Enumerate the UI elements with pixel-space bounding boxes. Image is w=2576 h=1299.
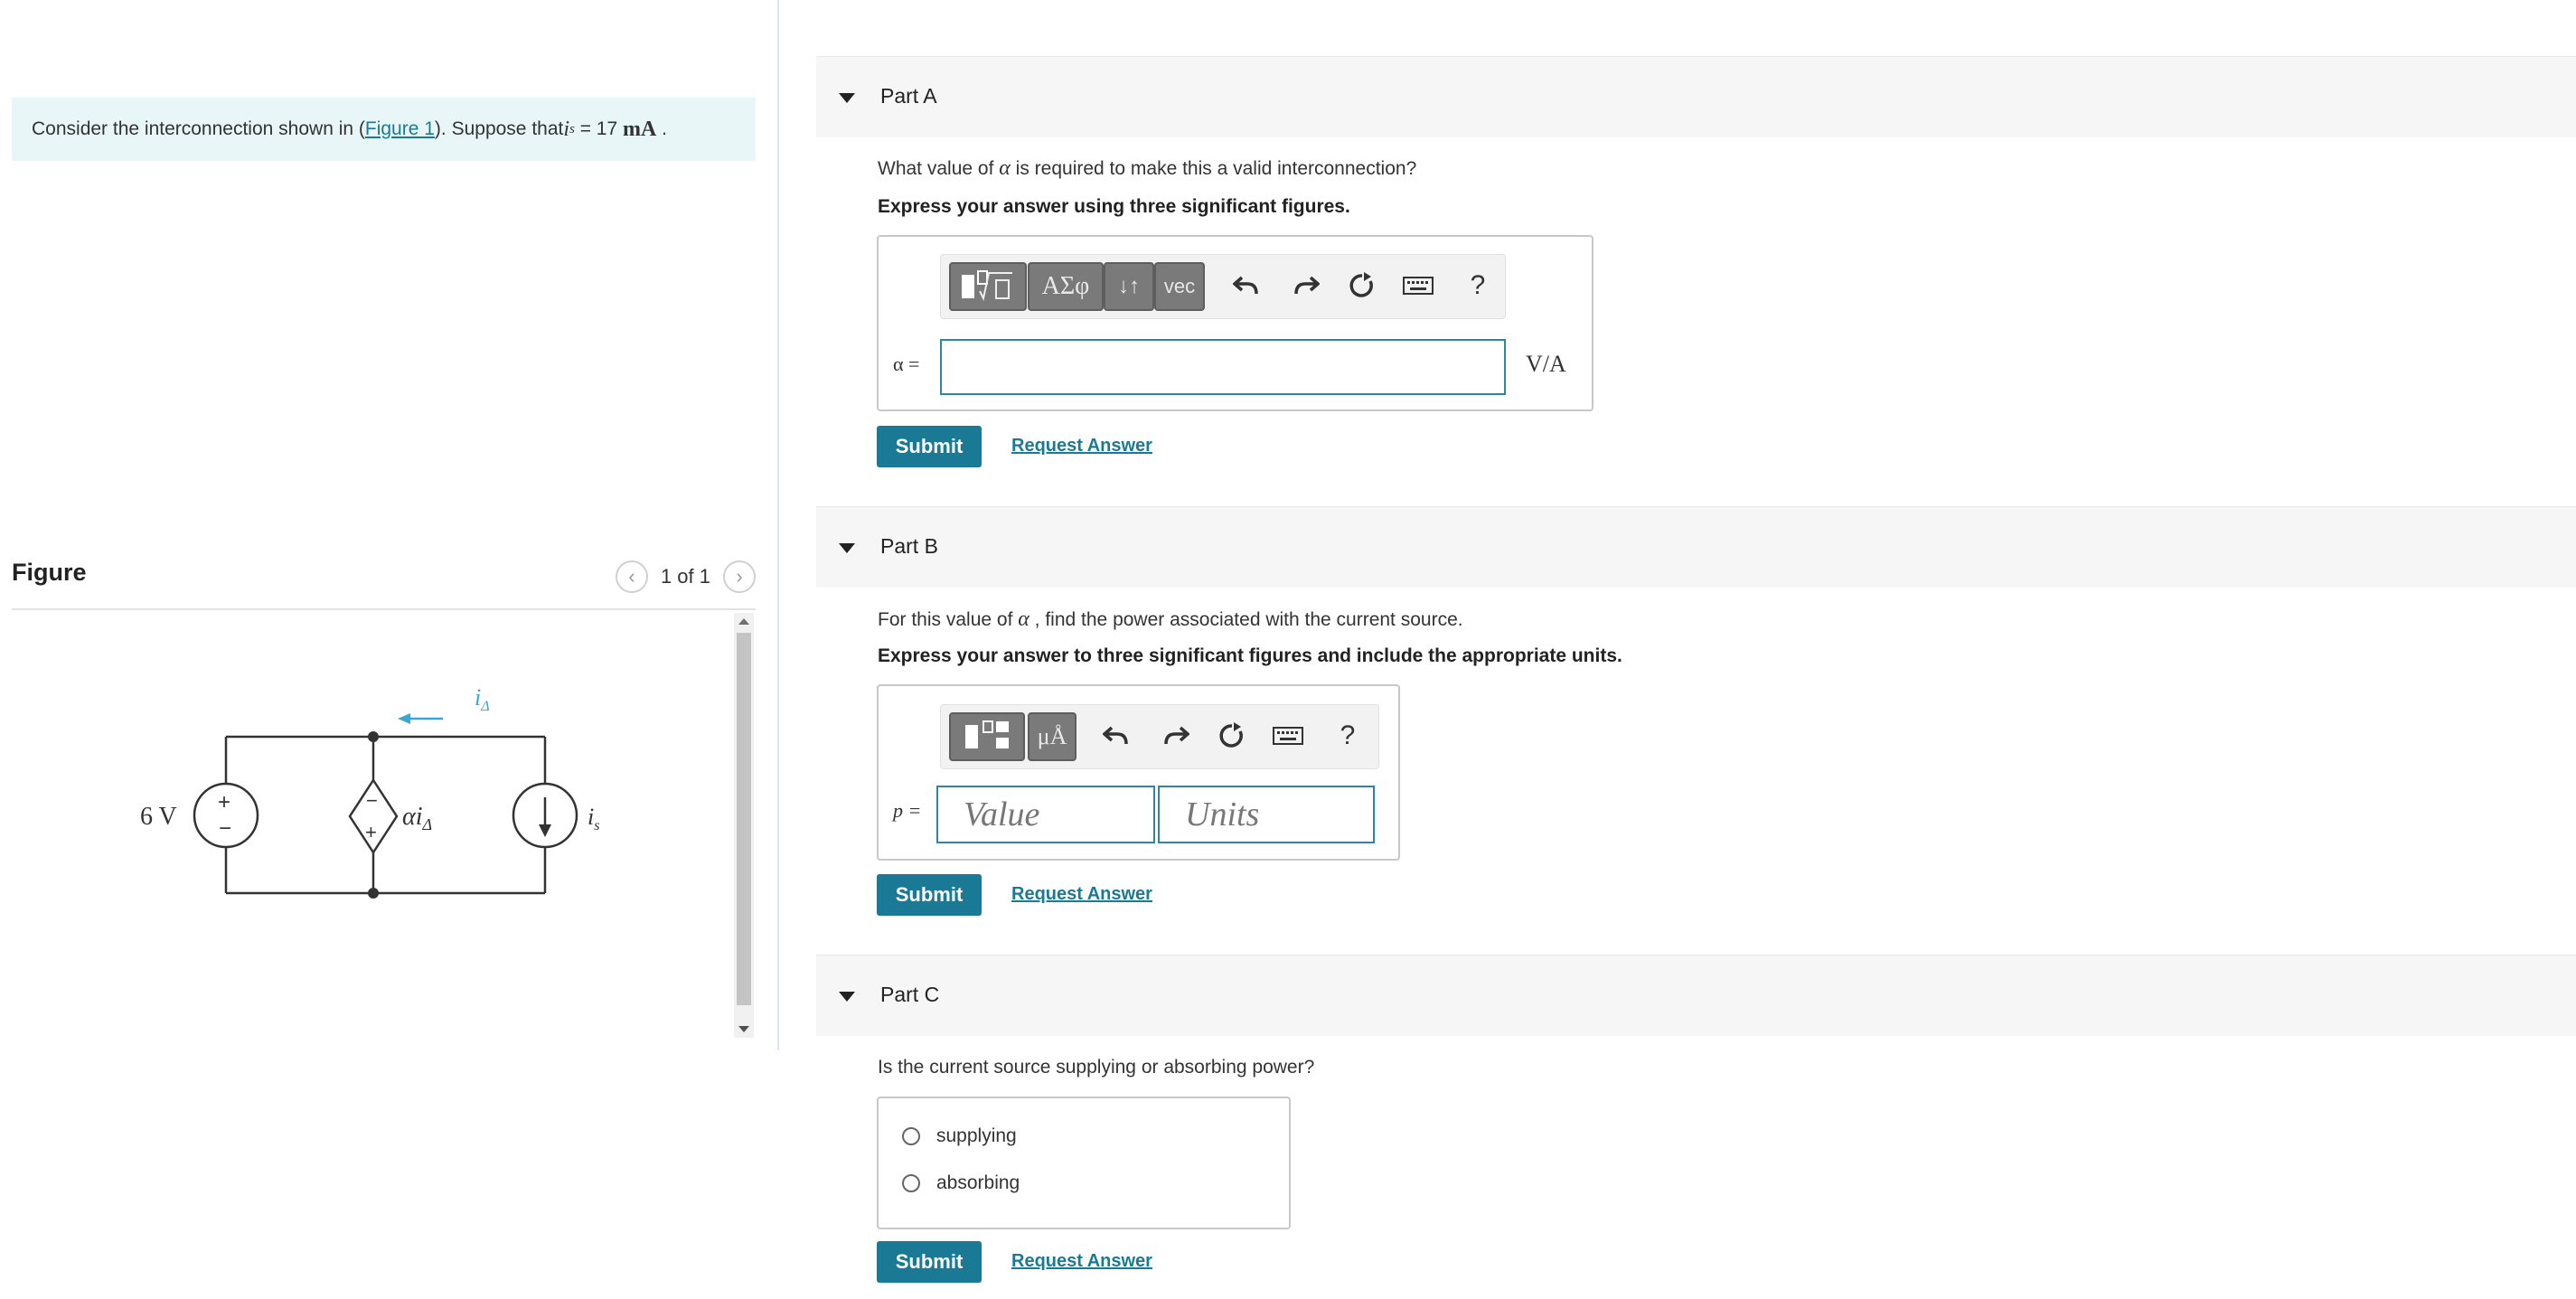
part-b-label: Part B [880, 534, 938, 558]
undo-icon[interactable] [1228, 268, 1264, 304]
caret-down-icon[interactable] [839, 992, 855, 1002]
template-icon[interactable] [949, 262, 1027, 311]
problem-text-after: ). Suppose that [434, 118, 564, 139]
scroll-thumb[interactable] [737, 633, 751, 1005]
alpha-label: α = [893, 353, 920, 375]
value-input[interactable]: Value [936, 786, 1155, 843]
part-b-answer-box: μÅ ? p = Value Units [877, 684, 1400, 861]
part-b-instruction: Express your answer to three significant… [878, 645, 1622, 666]
reset-icon[interactable] [1214, 718, 1250, 754]
part-a-question: What value of α is required to make this… [878, 156, 1416, 181]
i-delta-label: iΔ [475, 684, 490, 714]
units-button[interactable]: μÅ [1028, 712, 1076, 761]
redo-icon[interactable] [1158, 718, 1194, 754]
pager-text: 1 of 1 [660, 565, 710, 588]
p-label: p = [893, 799, 922, 822]
alpha-symbol: α [1018, 607, 1029, 631]
problem-end: . [656, 118, 668, 139]
subscript-superscript-button[interactable]: ↓↑ [1104, 262, 1154, 311]
part-a-submit-button[interactable]: Submit [877, 426, 982, 467]
part-a-toolbar: ΑΣφ ↓↑ vec ? [940, 254, 1506, 319]
part-b-submit-button[interactable]: Submit [877, 874, 982, 916]
part-a-header[interactable]: Part A [816, 56, 2576, 137]
source-label: 6 V [140, 803, 177, 831]
option-label: absorbing [936, 1172, 1020, 1193]
radio-circle-icon[interactable] [902, 1127, 920, 1145]
template-icon[interactable] [949, 712, 1025, 761]
source-plus: + [218, 790, 230, 814]
part-b-request-answer-link[interactable]: Request Answer [1011, 884, 1152, 905]
keyboard-icon[interactable] [1400, 268, 1436, 304]
circuit-diagram: 6 V + − − + αiΔ iΔ is [140, 684, 599, 899]
part-c-question: Is the current source supplying or absor… [878, 1057, 1315, 1078]
part-c-header[interactable]: Part C [816, 955, 2576, 1036]
option-absorbing[interactable]: absorbing [902, 1172, 1020, 1194]
dep-plus: + [365, 821, 377, 843]
option-label: supplying [936, 1125, 1017, 1146]
part-c-submit-button[interactable]: Submit [877, 1241, 982, 1283]
vector-button[interactable]: vec [1154, 262, 1205, 311]
node-dot-top [368, 731, 379, 742]
figure-scrollbar[interactable] [734, 613, 754, 1038]
figure-header: Figure ‹ 1 of 1 › [12, 551, 756, 606]
is-variable: i [563, 117, 570, 141]
figure-pager: ‹ 1 of 1 › [615, 560, 756, 593]
dependent-label: αiΔ [402, 803, 432, 833]
option-supplying[interactable]: supplying [902, 1125, 1017, 1147]
radio-circle-icon[interactable] [902, 1174, 920, 1192]
problem-text-before: Consider the interconnection shown in ( [32, 118, 365, 139]
dep-minus: − [366, 789, 378, 812]
column-divider [777, 0, 779, 1050]
reset-icon[interactable] [1344, 268, 1380, 304]
template-glyph [965, 720, 1009, 748]
part-a-instruction: Express your answer using three signific… [878, 196, 1350, 217]
undo-icon[interactable] [1098, 718, 1134, 754]
figure-link[interactable]: Figure 1 [365, 118, 435, 140]
part-b-toolbar: μÅ ? [940, 704, 1379, 769]
alpha-symbol: α [999, 156, 1011, 180]
chevron-left-icon[interactable]: ‹ [615, 560, 648, 593]
part-c-label: Part C [880, 983, 940, 1006]
part-a-question-after: is required to make this a valid interco… [1010, 158, 1417, 179]
source-minus: − [219, 816, 231, 841]
redo-icon[interactable] [1288, 268, 1324, 304]
part-a-request-answer-link[interactable]: Request Answer [1011, 436, 1152, 457]
part-b-question: For this value of α , find the power ass… [878, 607, 1463, 632]
caret-down-icon[interactable] [839, 543, 855, 553]
chevron-right-icon[interactable]: › [723, 560, 756, 593]
unit-ma: mA [623, 117, 657, 141]
scroll-down-icon[interactable] [738, 1026, 749, 1032]
is-label: is [588, 804, 599, 833]
keyboard-icon[interactable] [1270, 718, 1306, 754]
node-dot-bottom [368, 888, 379, 899]
part-a-label: Part A [880, 84, 937, 108]
part-c-options-box: supplying absorbing [877, 1097, 1291, 1229]
part-b-question-after: , find the power associated with the cur… [1029, 609, 1463, 630]
template-glyph [962, 270, 1012, 301]
help-icon[interactable]: ? [1460, 268, 1496, 304]
alpha-unit: V/A [1526, 351, 1566, 377]
help-icon[interactable]: ? [1330, 718, 1366, 754]
caret-down-icon[interactable] [839, 93, 855, 103]
i-delta-arrowhead [398, 713, 410, 724]
scroll-up-icon[interactable] [738, 618, 749, 625]
figure-title: Figure [12, 559, 87, 586]
current-arrow [539, 824, 551, 837]
part-a-answer-box: ΑΣφ ↓↑ vec ? α = V/A [877, 235, 1594, 411]
units-input[interactable]: Units [1158, 786, 1375, 843]
greek-symbols-button[interactable]: ΑΣφ [1028, 262, 1104, 311]
figure-divider [12, 608, 756, 610]
alpha-input[interactable] [940, 339, 1506, 395]
equals-value: = 17 [574, 118, 624, 139]
part-c-request-answer-link[interactable]: Request Answer [1011, 1251, 1152, 1272]
part-a-question-before: What value of [878, 158, 1000, 179]
problem-statement: Consider the interconnection shown in ( … [12, 98, 756, 161]
part-b-question-before: For this value of [878, 609, 1019, 630]
part-b-header[interactable]: Part B [816, 506, 2576, 588]
